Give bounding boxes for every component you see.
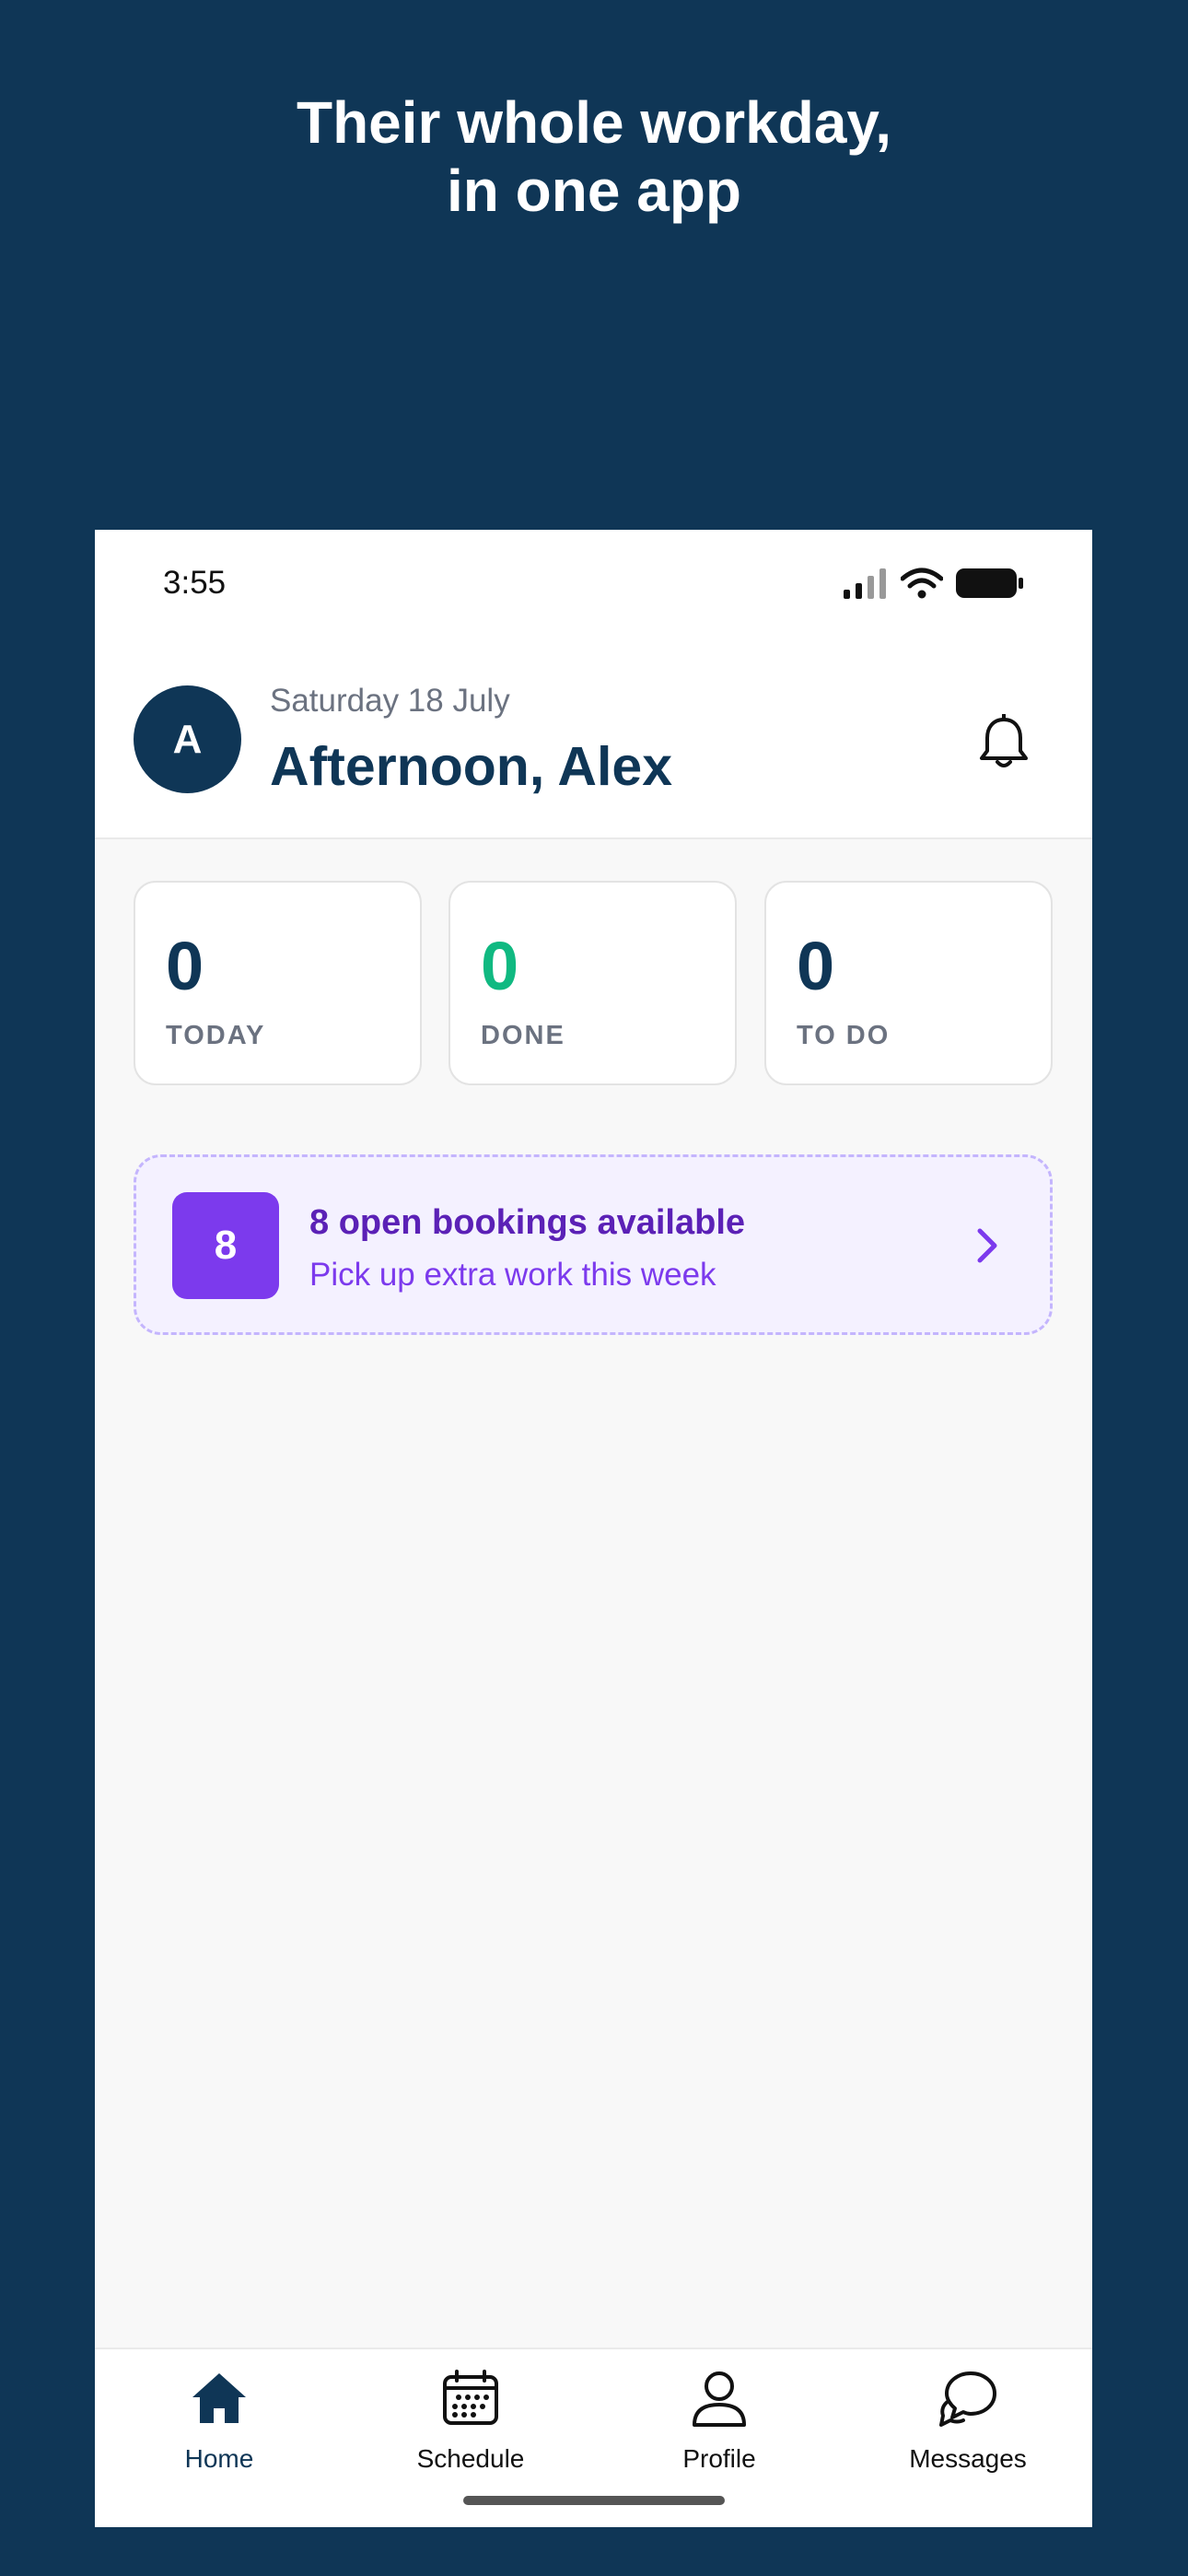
avatar[interactable]: A — [134, 685, 241, 793]
battery-icon — [956, 568, 1023, 598]
tab-label: Home — [184, 2444, 254, 2473]
home-icon — [192, 2373, 246, 2423]
home-header: A Saturday 18 July Afternoon, Alex — [95, 650, 1092, 839]
person-icon — [693, 2371, 746, 2427]
chat-icon — [939, 2371, 996, 2427]
stat-card-done[interactable]: 0 DONE — [448, 881, 737, 1085]
stat-value: 0 — [797, 928, 835, 1004]
home-indicator — [463, 2496, 725, 2505]
bookings-title: 8 open bookings available — [309, 1203, 746, 1242]
marketing-headline: Their whole workday, in one app — [0, 88, 1188, 225]
page-title: Afternoon, Alex — [270, 736, 673, 797]
tab-label: Schedule — [416, 2444, 525, 2473]
status-time: 3:55 — [163, 565, 227, 601]
bookings-subtitle: Pick up extra work this week — [309, 1257, 716, 1293]
bookings-count-badge: 8 — [172, 1192, 279, 1299]
calendar-icon — [443, 2370, 498, 2425]
stat-label: TODAY — [166, 1021, 266, 1050]
signal-icon — [844, 568, 886, 599]
stat-value: 0 — [166, 928, 204, 1004]
tab-label: Profile — [682, 2444, 756, 2473]
stat-label: DONE — [481, 1021, 565, 1050]
wifi-icon — [901, 568, 943, 599]
headline-line-1: Their whole workday, — [296, 89, 892, 156]
tab-profile[interactable]: Profile — [595, 2349, 844, 2488]
stat-card-today[interactable]: 0 TODAY — [134, 881, 422, 1085]
stat-value: 0 — [481, 928, 519, 1004]
bell-icon[interactable] — [978, 714, 1030, 771]
stat-card-to-do[interactable]: 0 TO DO — [764, 881, 1053, 1085]
tab-home[interactable]: Home — [95, 2349, 344, 2488]
tab-label: Messages — [909, 2444, 1027, 2473]
status-icons — [844, 567, 1024, 600]
tab-schedule[interactable]: Schedule — [346, 2349, 595, 2488]
stat-label: TO DO — [797, 1021, 891, 1050]
tab-messages[interactable]: Messages — [844, 2349, 1092, 2488]
open-bookings-banner[interactable]: 8 8 open bookings available Pick up extr… — [134, 1154, 1053, 1335]
current-date: Saturday 18 July — [270, 683, 510, 719]
headline-line-2: in one app — [447, 158, 741, 224]
chevron-right-icon — [977, 1228, 997, 1263]
status-bar: 3:55 — [95, 530, 1092, 650]
phone-screen: 3:55 A Saturday 18 July Afternoon, Alex — [95, 530, 1092, 2527]
